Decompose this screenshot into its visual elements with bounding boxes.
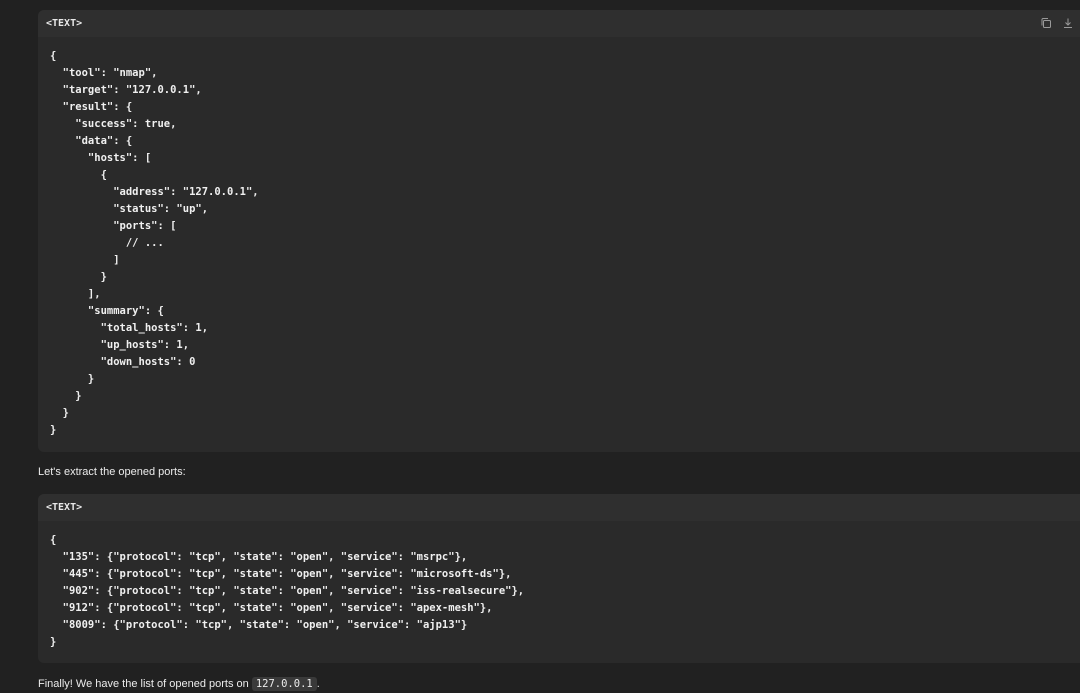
code-block-nmap-result: <TEXT> { "tool": "nmap", "target": "127.… bbox=[38, 10, 1080, 452]
inline-code-ip: 127.0.0.1 bbox=[251, 677, 317, 691]
final-period: . bbox=[316, 678, 320, 690]
code-content: { "135": {"protocol": "tcp", "state": "o… bbox=[50, 534, 525, 648]
download-icon[interactable] bbox=[1062, 17, 1074, 29]
chat-page: <TEXT> { "tool": "nmap", "target": "127.… bbox=[0, 0, 1080, 693]
code-language-label: <TEXT> bbox=[46, 18, 83, 29]
copy-icon[interactable] bbox=[1040, 17, 1052, 29]
code-content: { "tool": "nmap", "target": "127.0.0.1",… bbox=[50, 50, 259, 436]
code-block-header: <TEXT> bbox=[38, 494, 1080, 521]
code-block-header: <TEXT> bbox=[38, 10, 1080, 37]
message-text-extract: Let's extract the opened ports: bbox=[38, 466, 186, 478]
final-text: Finally! We have the list of opened port… bbox=[38, 678, 249, 690]
message-text-final: Finally! We have the list of opened port… bbox=[38, 677, 320, 691]
code-language-label: <TEXT> bbox=[46, 502, 83, 513]
code-block-open-ports: <TEXT> { "135": {"protocol": "tcp", "sta… bbox=[38, 494, 1080, 663]
